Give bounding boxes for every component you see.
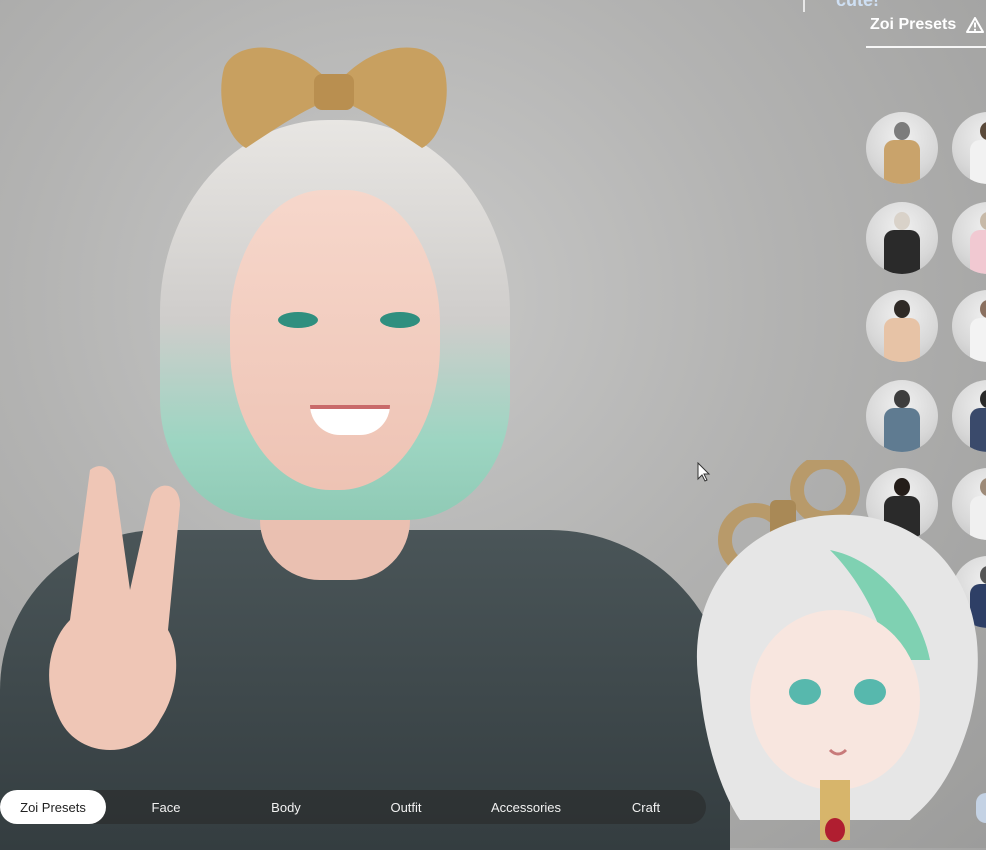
hair-bow bbox=[221, 47, 447, 149]
preset-thumbnail[interactable] bbox=[866, 380, 938, 452]
warning-icon[interactable] bbox=[966, 17, 985, 33]
tab-zoi-presets[interactable]: Zoi Presets bbox=[0, 790, 106, 824]
preset-figure-head bbox=[980, 300, 986, 318]
preset-figure-body bbox=[884, 140, 920, 184]
tab-accessories[interactable]: Accessories bbox=[466, 790, 586, 824]
preset-figure-head bbox=[980, 212, 986, 230]
preset-figure-head bbox=[980, 390, 986, 408]
panel-divider bbox=[803, 0, 805, 12]
tab-body[interactable]: Body bbox=[226, 790, 346, 824]
preset-figure-body bbox=[884, 318, 920, 362]
bottom-tab-bar: Zoi Presets Face Body Outfit Accessories Craf… bbox=[0, 790, 706, 824]
panel-title-label: Zoi Presets bbox=[870, 16, 957, 33]
preset-figure-body bbox=[970, 140, 986, 184]
vtuber-avatar bbox=[696, 460, 978, 842]
preset-figure-head bbox=[894, 390, 910, 408]
character-face bbox=[230, 190, 440, 490]
preset-figure-head bbox=[980, 122, 986, 140]
peace-sign-hand bbox=[49, 466, 181, 750]
preset-figure-body bbox=[970, 408, 986, 452]
mouse-cursor-icon bbox=[697, 462, 711, 482]
preset-thumbnail[interactable] bbox=[866, 290, 938, 362]
panel-title-underline bbox=[866, 46, 986, 48]
tab-face[interactable]: Face bbox=[106, 790, 226, 824]
preset-figure-body bbox=[970, 318, 986, 362]
preset-figure-head bbox=[894, 212, 910, 230]
preset-figure-body bbox=[884, 408, 920, 452]
preset-figure-head bbox=[894, 300, 910, 318]
tab-outfit[interactable]: Outfit bbox=[346, 790, 466, 824]
preset-figure-body bbox=[970, 230, 986, 274]
character-left-eye bbox=[278, 312, 318, 328]
preset-thumbnail[interactable] bbox=[866, 202, 938, 274]
character-right-eye bbox=[380, 312, 420, 328]
preset-figure-head bbox=[894, 122, 910, 140]
preset-figure-body bbox=[884, 230, 920, 274]
panel-title: Zoi Presets bbox=[870, 16, 985, 34]
tab-craft[interactable]: Craft bbox=[586, 790, 706, 824]
partial-caption-text: cute! bbox=[836, 0, 880, 10]
side-handle[interactable] bbox=[976, 793, 986, 823]
preset-thumbnail[interactable] bbox=[866, 112, 938, 184]
